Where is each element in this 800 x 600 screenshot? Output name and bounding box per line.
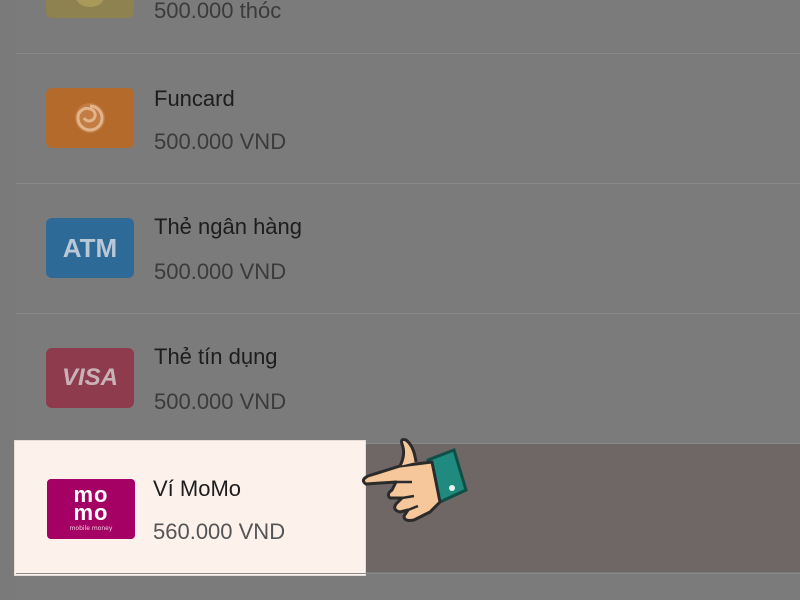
method-amount-thoc: 500.000 thóc [154, 0, 282, 23]
method-name: Thẻ tín dụng [154, 344, 278, 369]
payment-method-credit-card[interactable]: VISA Thẻ tín dụng 500.000 VND [16, 314, 800, 444]
method-amount: 500.000 VND [154, 389, 287, 414]
method-amount: 560.000 VND [153, 519, 286, 544]
method-name: Ví MoMo [153, 476, 242, 501]
visa-icon: VISA [46, 348, 134, 408]
funcard-swirl-icon [46, 88, 134, 148]
method-amount: 500.000 VND [154, 259, 287, 284]
coin-icon [46, 0, 134, 18]
divider [16, 573, 800, 574]
atm-icon: ATM [46, 218, 134, 278]
payment-method-bank-card[interactable]: ATM Thẻ ngân hàng 500.000 VND [16, 184, 800, 314]
method-name: Funcard [154, 86, 235, 111]
momo-logo-subtext: mobile money [69, 525, 113, 532]
pointing-hand-icon [361, 438, 468, 522]
payment-method-funcard[interactable]: Funcard 500.000 VND [16, 54, 800, 184]
momo-logo-line2: mo [73, 500, 109, 525]
method-amount: 500.000 VND [154, 129, 287, 154]
momo-icon: mo mo mobile money [47, 479, 135, 539]
payment-method-momo[interactable]: mo mo mobile money Ví MoMo 560.000 VND [14, 440, 366, 576]
method-name: Thẻ ngân hàng [154, 214, 303, 239]
